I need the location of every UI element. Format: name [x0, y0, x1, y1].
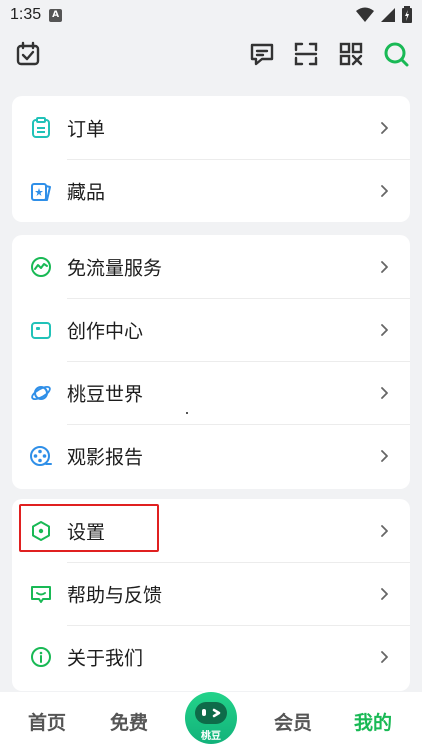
- chevron-right-icon: [381, 650, 388, 663]
- center-tab-label: 桃豆: [201, 731, 221, 742]
- battery-icon: [402, 6, 412, 23]
- menu-item-taodou-world[interactable]: 桃豆世界: [12, 361, 410, 424]
- message-icon[interactable]: [248, 40, 276, 68]
- chevron-right-icon: [381, 323, 388, 336]
- signal-icon: [381, 7, 395, 22]
- collection-icon: [31, 182, 51, 201]
- search-icon[interactable]: [382, 40, 410, 68]
- chevron-right-icon: [381, 184, 388, 197]
- qr-code-icon[interactable]: [337, 40, 365, 68]
- settings-highlight-box: [19, 504, 159, 552]
- help-feedback-icon: [31, 585, 51, 603]
- tab-mine[interactable]: 我的: [354, 708, 392, 735]
- chevron-right-icon: [381, 386, 388, 399]
- top-bar: [0, 30, 422, 80]
- tab-vip[interactable]: 会员: [274, 708, 312, 735]
- menu-item-label: 桃豆世界: [67, 383, 144, 405]
- status-icons: [356, 6, 412, 23]
- menu-item-free-data[interactable]: 免流量服务: [12, 235, 410, 298]
- menu-item-label: 藏品: [67, 181, 106, 203]
- scan-icon[interactable]: [292, 40, 320, 68]
- menu-item-label: 创作中心: [67, 320, 144, 342]
- menu-item-creator-center[interactable]: 创作中心: [12, 298, 410, 361]
- free-data-icon: [31, 256, 51, 277]
- film-report-icon: [30, 445, 52, 466]
- wifi-icon: [356, 7, 374, 22]
- menu-item-help-feedback[interactable]: 帮助与反馈: [12, 562, 410, 625]
- tab-home[interactable]: 首页: [28, 708, 66, 735]
- chevron-right-icon: [381, 121, 388, 134]
- menu-item-label: 观影报告: [67, 446, 144, 468]
- status-bar: 1:35 A: [0, 0, 422, 30]
- order-icon: [32, 116, 50, 138]
- chevron-right-icon: [381, 587, 388, 600]
- creator-icon: [31, 321, 51, 339]
- taodou-mascot-icon: 桃豆: [185, 692, 237, 744]
- menu-item-label: 关于我们: [67, 647, 144, 669]
- status-time: 1:35: [10, 6, 42, 23]
- menu-item-orders[interactable]: 订单: [12, 96, 410, 159]
- tab-taodou-center[interactable]: 桃豆: [183, 690, 239, 746]
- menu-item-about-us[interactable]: 关于我们: [12, 625, 410, 688]
- notification-badge: A: [49, 8, 63, 22]
- menu-group-2: 免流量服务 创作中心 桃豆世界 观影报告: [12, 235, 410, 489]
- chevron-right-icon: [381, 449, 388, 462]
- menu-group-1: 订单 藏品: [12, 96, 410, 222]
- menu-item-collections[interactable]: 藏品: [12, 159, 410, 222]
- menu-item-label: 订单: [67, 118, 106, 140]
- calendar-check-icon[interactable]: [14, 40, 42, 68]
- menu-item-label: 帮助与反馈: [67, 584, 163, 606]
- chevron-right-icon: [381, 524, 388, 537]
- menu-item-label: 免流量服务: [67, 257, 163, 279]
- menu-item-film-report[interactable]: 观影报告: [12, 424, 410, 487]
- mascot-face-icon: [195, 702, 227, 724]
- stray-dot: [186, 412, 188, 414]
- planet-icon: [31, 385, 51, 400]
- info-icon: [31, 646, 51, 667]
- chevron-right-icon: [381, 260, 388, 273]
- tab-free[interactable]: 免费: [110, 708, 148, 735]
